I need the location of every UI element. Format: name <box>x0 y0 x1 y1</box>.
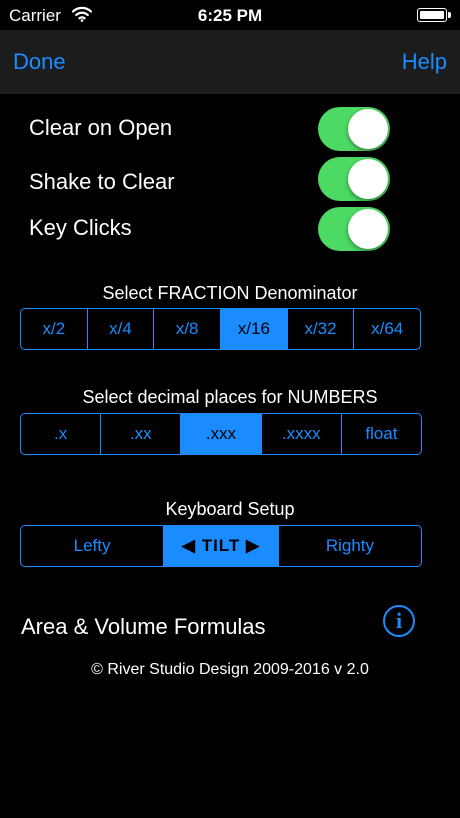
shake-to-clear-label: Shake to Clear <box>29 169 175 194</box>
decimal-option-3[interactable]: .xxx <box>180 414 261 454</box>
status-time: 6:25 PM <box>197 6 263 25</box>
fraction-option-x2[interactable]: x/2 <box>21 309 87 349</box>
decimal-places-segmented-control: .x .xx .xxx .xxxx float <box>20 413 422 455</box>
decimal-option-2[interactable]: .xx <box>100 414 180 454</box>
area-volume-formulas-link[interactable]: Area & Volume Formulas <box>21 614 266 640</box>
fraction-option-x32[interactable]: x/32 <box>286 309 354 349</box>
copyright-text: © River Studio Design 2009-2016 v 2.0 <box>91 661 369 678</box>
help-button[interactable]: Help <box>402 49 447 75</box>
keyboard-section-title: Keyboard Setup <box>165 499 295 519</box>
toggle-knob <box>348 159 388 199</box>
clear-on-open-label: Clear on Open <box>29 115 173 140</box>
fraction-section-title: Select FRACTION Denominator <box>102 283 358 303</box>
clear-on-open-toggle[interactable] <box>318 107 390 151</box>
toggle-knob <box>348 109 388 149</box>
done-button[interactable]: Done <box>13 49 66 75</box>
navigation-bar: Done Help <box>0 30 460 94</box>
key-clicks-label: Key Clicks <box>29 215 132 240</box>
info-icon[interactable]: i <box>383 605 415 637</box>
shake-to-clear-toggle[interactable] <box>318 157 390 201</box>
keyboard-option-righty[interactable]: Righty <box>277 526 421 566</box>
keyboard-option-tilt[interactable]: ◀ TILT ▶ <box>163 526 278 566</box>
decimal-option-1[interactable]: .x <box>21 414 100 454</box>
fraction-option-x16[interactable]: x/16 <box>220 309 287 349</box>
fraction-option-x4[interactable]: x/4 <box>86 309 154 349</box>
battery-icon <box>417 8 451 22</box>
fraction-option-x64[interactable]: x/64 <box>353 309 420 349</box>
keyboard-option-lefty[interactable]: Lefty <box>21 526 163 566</box>
decimal-option-4[interactable]: .xxxx <box>260 414 341 454</box>
toggle-knob <box>348 209 388 249</box>
key-clicks-toggle[interactable] <box>318 207 390 251</box>
status-bar: Carrier 6:25 PM <box>0 0 460 30</box>
fraction-denominator-segmented-control: x/2 x/4 x/8 x/16 x/32 x/64 <box>20 308 421 350</box>
decimal-section-title: Select decimal places for NUMBERS <box>82 387 378 407</box>
decimal-option-float[interactable]: float <box>340 414 421 454</box>
keyboard-setup-segmented-control: Lefty ◀ TILT ▶ Righty <box>20 525 422 567</box>
fraction-option-x8[interactable]: x/8 <box>153 309 220 349</box>
